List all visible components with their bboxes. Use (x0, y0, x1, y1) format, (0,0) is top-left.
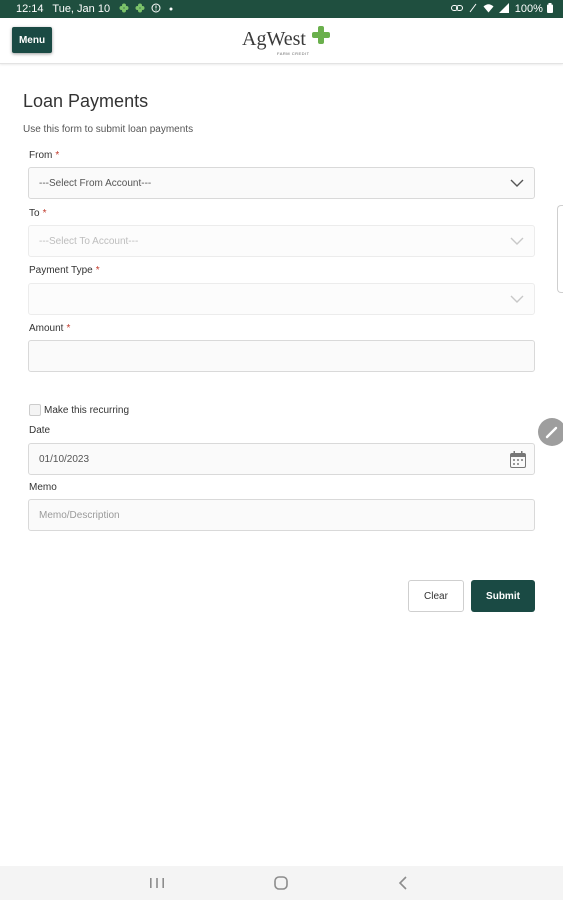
alert-icon (151, 3, 161, 13)
memo-placeholder: Memo/Description (39, 510, 120, 521)
from-label-text: From (29, 150, 53, 161)
edit-floating-button[interactable] (538, 418, 563, 446)
link-icon (450, 5, 463, 11)
amount-input[interactable] (28, 340, 535, 372)
to-account-select[interactable]: ---Select To Account--- (28, 225, 535, 257)
submit-button[interactable]: Submit (471, 580, 535, 612)
status-bar-left: 12:14 Tue, Jan 10 (16, 3, 173, 15)
date-label: Date (29, 425, 51, 436)
chevron-down-icon (510, 295, 524, 303)
dot-icon (169, 7, 173, 11)
app-header: Menu AgWest FARM CREDIT (0, 18, 563, 64)
status-bar: 12:14 Tue, Jan 10 100% (0, 0, 563, 18)
back-icon[interactable] (394, 874, 414, 892)
required-mark: * (42, 208, 47, 219)
clear-button[interactable]: Clear (408, 580, 464, 612)
battery-icon (547, 3, 553, 13)
clover-icon (119, 3, 129, 13)
to-account-value: ---Select To Account--- (39, 236, 139, 247)
amount-label: Amount * (29, 323, 70, 334)
logo-cross-icon (312, 26, 330, 44)
to-label-text: To (29, 208, 40, 219)
mute-icon (469, 3, 477, 13)
page-title: Loan Payments (23, 91, 149, 111)
chevron-down-icon (510, 237, 524, 245)
chevron-down-icon (510, 179, 524, 187)
payment-type-label-text: Payment Type (29, 265, 93, 276)
required-mark: * (95, 265, 100, 276)
payment-type-label: Payment Type * (29, 265, 100, 276)
pencil-icon (545, 426, 558, 439)
battery-percent: 100% (514, 3, 543, 15)
side-panel-handle[interactable] (557, 205, 563, 293)
menu-button[interactable]: Menu (12, 27, 52, 53)
logo-subtext: FARM CREDIT (277, 51, 310, 56)
memo-label: Memo (29, 482, 57, 493)
recent-apps-icon[interactable] (147, 874, 167, 892)
page-subtitle: Use this form to submit loan payments (23, 124, 194, 135)
date-input[interactable]: 01/10/2023 (28, 443, 535, 475)
system-navigation-bar (0, 866, 563, 900)
from-account-value: ---Select From Account--- (39, 178, 152, 189)
signal-icon (498, 3, 509, 13)
payment-type-select[interactable] (28, 283, 535, 315)
home-icon[interactable] (271, 874, 291, 892)
from-account-select[interactable]: ---Select From Account--- (28, 167, 535, 199)
status-time: 12:14 (16, 3, 44, 15)
amount-label-text: Amount (29, 323, 64, 334)
status-bar-right: 100% (450, 3, 553, 15)
agwest-logo: AgWest FARM CREDIT (242, 26, 337, 58)
wifi-icon (483, 4, 494, 13)
recurring-checkbox[interactable] (29, 404, 41, 416)
status-date: Tue, Jan 10 (52, 3, 111, 15)
recurring-label: Make this recurring (44, 405, 130, 416)
to-label: To * (29, 208, 46, 219)
required-mark: * (55, 150, 60, 161)
memo-input[interactable]: Memo/Description (28, 499, 535, 531)
required-mark: * (66, 323, 71, 334)
calendar-icon[interactable] (510, 451, 526, 468)
date-value: 01/10/2023 (39, 454, 90, 465)
from-label: From * (29, 150, 59, 161)
logo-text: AgWest (242, 28, 306, 50)
clover-icon (135, 3, 145, 13)
